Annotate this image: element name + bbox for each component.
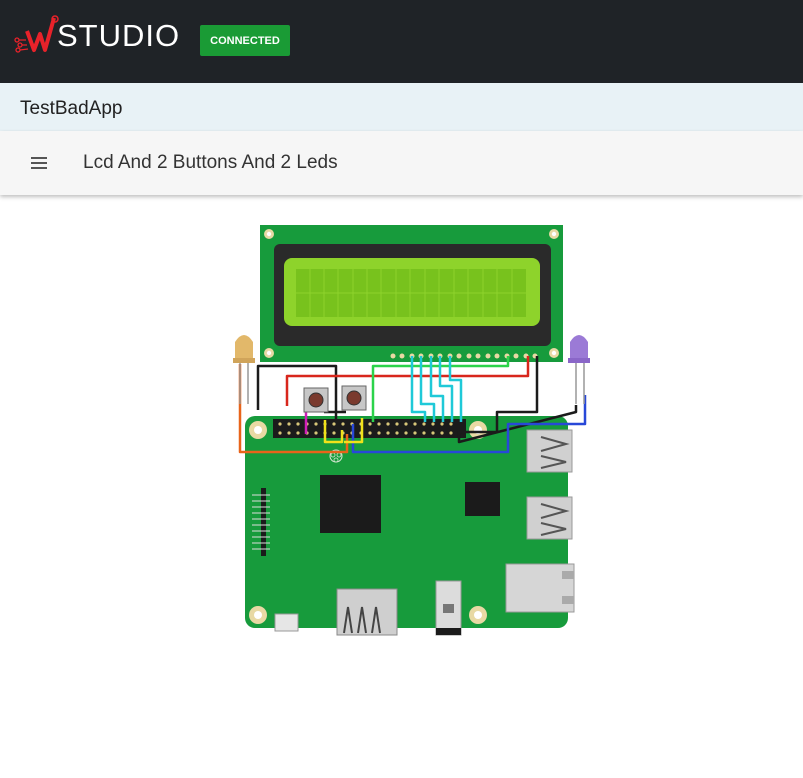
menu-icon[interactable]: [27, 151, 51, 175]
logo-text: STUDIO: [57, 18, 181, 53]
raspberry-pi-board: [245, 416, 575, 636]
page-toolbar: Lcd And 2 Buttons And 2 Leds: [0, 131, 803, 195]
connection-status-badge[interactable]: CONNECTED: [200, 25, 290, 56]
circuit-diagram: [233, 225, 590, 636]
purple-led: [568, 335, 590, 404]
page-title: Lcd And 2 Buttons And 2 Leds: [83, 152, 338, 173]
app-title: TestBadApp: [20, 98, 123, 119]
lcd-display: [260, 225, 563, 362]
push-button-right: [341, 385, 367, 411]
push-button-left: [303, 387, 329, 413]
yellow-led: [233, 335, 255, 404]
app-bar: TestBadApp: [0, 83, 803, 131]
top-bar: STUDIO CONNECTED: [0, 0, 803, 83]
